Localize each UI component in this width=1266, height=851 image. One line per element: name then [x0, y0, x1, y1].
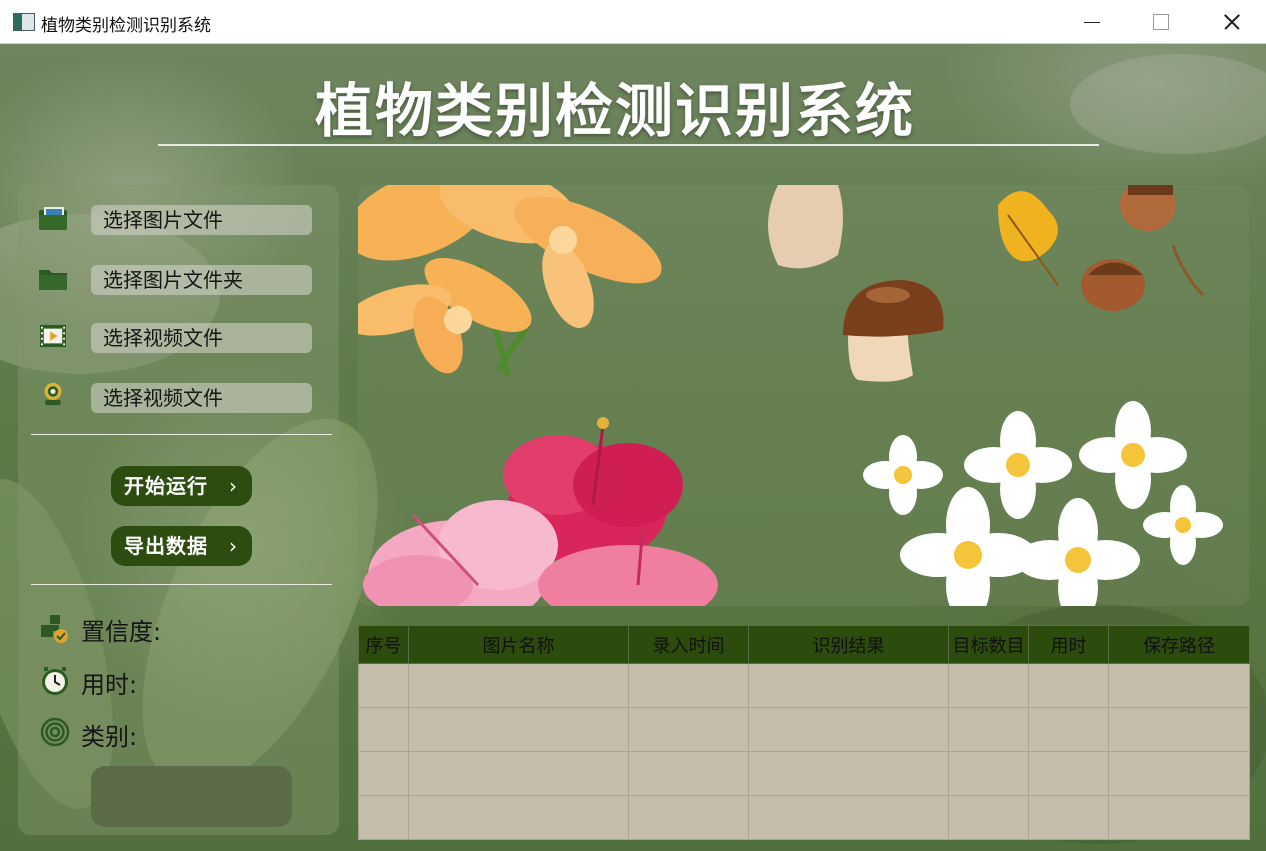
main-area: 植物类别检测识别系统 选择图片文件 选择图片文件夹 选择视频文件 选择视频文件 … — [0, 44, 1266, 851]
start-run-label: 开始运行 — [124, 474, 208, 498]
table-header-row: 序号 图片名称 录入时间 识别结果 目标数目 用时 保存路径 — [358, 625, 1250, 664]
folder-icon — [39, 270, 67, 290]
title-divider — [158, 144, 1099, 146]
column-header[interactable]: 识别结果 — [748, 625, 949, 664]
table-row[interactable] — [358, 707, 1250, 752]
image-folder-icon — [39, 207, 67, 230]
select-image-file-button[interactable]: 选择图片文件 — [91, 205, 312, 235]
plumeria-illustration — [863, 401, 1223, 606]
start-run-button[interactable]: 开始运行 › — [111, 466, 252, 506]
time-label: 用时: — [81, 671, 138, 699]
table-row[interactable] — [358, 663, 1250, 708]
minimize-button[interactable] — [1056, 0, 1126, 44]
column-header[interactable]: 图片名称 — [408, 625, 629, 664]
confidence-label: 置信度: — [81, 618, 162, 646]
column-header[interactable]: 保存路径 — [1108, 625, 1250, 664]
window-titlebar: 植物类别检测识别系统 — [0, 0, 1266, 44]
confidence-icon — [41, 615, 68, 643]
column-header[interactable]: 序号 — [358, 625, 409, 664]
lily-flower-illustration — [358, 185, 662, 376]
window-title: 植物类别检测识别系统 — [41, 16, 211, 36]
chevron-right-icon: › — [229, 534, 238, 558]
category-result-box — [91, 766, 292, 827]
mushroom-illustration — [768, 185, 944, 382]
autumn-leaf-illustration — [998, 185, 1205, 311]
hibiscus-illustration — [363, 417, 718, 606]
panel-divider — [31, 584, 332, 585]
column-header[interactable]: 目标数目 — [948, 625, 1029, 664]
select-camera-button[interactable]: 选择视频文件 — [91, 383, 312, 413]
webcam-icon — [44, 382, 62, 406]
select-video-file-button[interactable]: 选择视频文件 — [91, 323, 312, 353]
category-label: 类别: — [81, 723, 138, 751]
chevron-right-icon: › — [229, 474, 238, 498]
maximize-button[interactable] — [1125, 0, 1195, 44]
image-display-area — [358, 185, 1249, 606]
column-header[interactable]: 用时 — [1028, 625, 1109, 664]
target-icon — [40, 717, 70, 747]
clock-icon — [42, 667, 68, 695]
page-title: 植物类别检测识别系统 — [314, 77, 915, 145]
flower-illustration — [358, 185, 1223, 606]
video-file-icon — [40, 324, 66, 348]
column-header[interactable]: 录入时间 — [628, 625, 749, 664]
export-data-label: 导出数据 — [124, 534, 208, 558]
close-button[interactable] — [1195, 0, 1265, 44]
table-row[interactable] — [358, 751, 1250, 796]
app-icon — [13, 13, 35, 31]
results-table: 序号 图片名称 录入时间 识别结果 目标数目 用时 保存路径 — [358, 625, 1250, 840]
select-image-folder-button[interactable]: 选择图片文件夹 — [91, 265, 312, 295]
panel-divider — [31, 434, 332, 435]
export-data-button[interactable]: 导出数据 › — [111, 526, 252, 566]
table-row[interactable] — [358, 795, 1250, 840]
control-panel: 选择图片文件 选择图片文件夹 选择视频文件 选择视频文件 开始运行 › 导出数据… — [18, 185, 339, 835]
